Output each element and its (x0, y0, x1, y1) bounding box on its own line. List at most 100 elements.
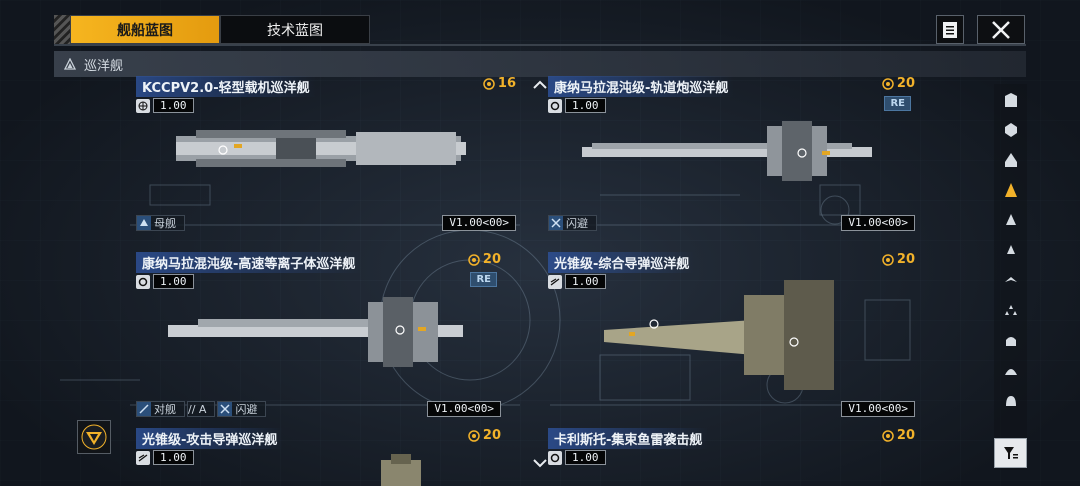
role-tag: 闪避 (217, 401, 267, 417)
ship-card[interactable]: KCCPV2.0-轻型载机巡洋舰 16 1.00 母舰 V1.00<00> (136, 75, 516, 241)
cost-icon (468, 253, 480, 266)
version-label: V1.00<00> (427, 401, 501, 417)
evade-icon (549, 216, 563, 230)
corvette-class-icon (1006, 245, 1015, 254)
evade-icon (218, 402, 233, 416)
globe-icon (136, 98, 150, 113)
role-tag: // A (187, 401, 216, 417)
category-label: 巡洋舰 (84, 58, 124, 74)
category-header: 巡洋舰 (54, 51, 1026, 77)
filter-button[interactable] (994, 438, 1027, 468)
version-label: V1.00<00> (841, 215, 915, 231)
sidebar-item-battleship[interactable] (994, 86, 1027, 114)
header-divider (54, 44, 1026, 46)
build-cost: 20 (882, 252, 915, 267)
role-tags: 闪避 (548, 215, 597, 231)
build-cost: 20 (468, 428, 501, 443)
sidebar-item-base[interactable] (994, 386, 1027, 414)
stat-value: 1.00 (153, 274, 194, 289)
battleship-class-icon (1004, 93, 1017, 107)
role-tag-label: // A (188, 402, 207, 416)
build-cost: 20 (882, 76, 915, 91)
stat-row: 1.00 (136, 450, 194, 465)
faction-emblem[interactable] (77, 420, 111, 454)
ship-card[interactable]: 卡利斯托-集束鱼雷袭击舰 20 1.00 (548, 427, 915, 486)
ship-name: 康纳马拉混沌级-轨道炮巡洋舰 (548, 75, 735, 97)
carrier-class-icon (1004, 123, 1017, 137)
role-tag: 闪避 (548, 215, 597, 231)
stat-value: 1.00 (565, 98, 606, 113)
cruiser-class-icon (64, 58, 76, 70)
sidebar-item-station[interactable] (994, 326, 1027, 354)
stat-row: 1.00 (136, 274, 194, 289)
ship-model (604, 280, 834, 390)
ship-model (582, 121, 872, 181)
carrier-icon (137, 216, 151, 230)
stat-value: 1.00 (153, 98, 194, 113)
cost-icon (483, 77, 495, 90)
role-tag-label: 母舰 (154, 217, 176, 230)
close-icon (992, 20, 1010, 39)
role-tag-label: 闪避 (566, 217, 588, 230)
sidebar-item-dome[interactable] (994, 356, 1027, 384)
cost-value: 20 (482, 252, 501, 267)
cost-value: 16 (497, 76, 516, 91)
cost-value: 20 (896, 252, 915, 267)
ship-model (381, 454, 421, 486)
build-cost: 20 (468, 252, 501, 267)
blueprint-tab-bar: 舰船蓝图 技术蓝图 (54, 15, 370, 44)
sidebar-item-aircraft[interactable] (994, 266, 1027, 294)
base-class-icon (1005, 396, 1016, 406)
tab-ship-blueprint[interactable]: 舰船蓝图 (70, 15, 220, 44)
role-tag-label: 闪避 (235, 403, 258, 416)
station-class-icon (1005, 337, 1016, 346)
sidebar-item-destroyer[interactable] (994, 146, 1027, 174)
ship-card[interactable]: 康纳马拉混沌级-高速等离子体巡洋舰 20 1.00 RE 对舰 // A 闪避 … (136, 251, 501, 417)
sidebar-item-carrier[interactable] (994, 116, 1027, 144)
stat-value: 1.00 (565, 274, 606, 289)
cost-icon (882, 429, 894, 442)
role-tag-label: 对舰 (154, 403, 176, 416)
build-cost: 20 (882, 428, 915, 443)
chevron-up-icon[interactable] (532, 80, 548, 90)
sidebar-item-frigate[interactable] (994, 206, 1027, 234)
cost-value: 20 (896, 428, 915, 443)
stat-value: 1.00 (153, 450, 194, 465)
cost-value: 20 (482, 428, 501, 443)
aircraft-class-icon (1004, 277, 1017, 282)
sidebar-item-corvette[interactable] (994, 236, 1027, 264)
role-tag: 母舰 (136, 215, 185, 231)
ship-name: 康纳马拉混沌级-高速等离子体巡洋舰 (136, 251, 362, 273)
destroyer-class-icon (1004, 153, 1017, 167)
tab-tech-blueprint[interactable]: 技术蓝图 (220, 15, 370, 44)
dome-class-icon (1004, 369, 1017, 375)
squad-class-icon (1004, 305, 1017, 315)
gear-icon (548, 450, 562, 465)
close-button[interactable] (977, 15, 1025, 44)
document-icon (943, 21, 957, 38)
re-badge: RE (470, 272, 497, 287)
sidebar-item-cruiser[interactable] (994, 176, 1027, 204)
chevron-down-icon[interactable] (532, 458, 548, 468)
ship-name: 光锥级-攻击导弹巡洋舰 (136, 427, 284, 449)
ship-model (176, 130, 466, 167)
gear-icon (548, 98, 562, 113)
version-label: V1.00<00> (442, 215, 516, 231)
missile-icon (136, 450, 150, 465)
notes-button[interactable] (936, 15, 964, 44)
stat-row: 1.00 (548, 274, 606, 289)
class-filter-sidebar (994, 84, 1027, 470)
stat-row: 1.00 (548, 450, 606, 465)
gear-icon (136, 274, 150, 289)
sidebar-item-squad[interactable] (994, 296, 1027, 324)
cost-icon (882, 253, 894, 266)
frigate-class-icon (1005, 214, 1016, 225)
ship-card[interactable]: 康纳马拉混沌级-轨道炮巡洋舰 20 1.00 RE 闪避 V1.00<00> (548, 75, 915, 241)
ship-card[interactable]: 光锥级-攻击导弹巡洋舰 20 1.00 (136, 427, 501, 486)
ship-card[interactable]: 光锥级-综合导弹巡洋舰 20 1.00 V1.00<00> (548, 251, 915, 417)
version-label: V1.00<00> (841, 401, 915, 417)
cost-value: 20 (896, 76, 915, 91)
stat-row: 1.00 (548, 98, 606, 113)
cost-icon (882, 77, 894, 90)
cost-icon (468, 429, 480, 442)
